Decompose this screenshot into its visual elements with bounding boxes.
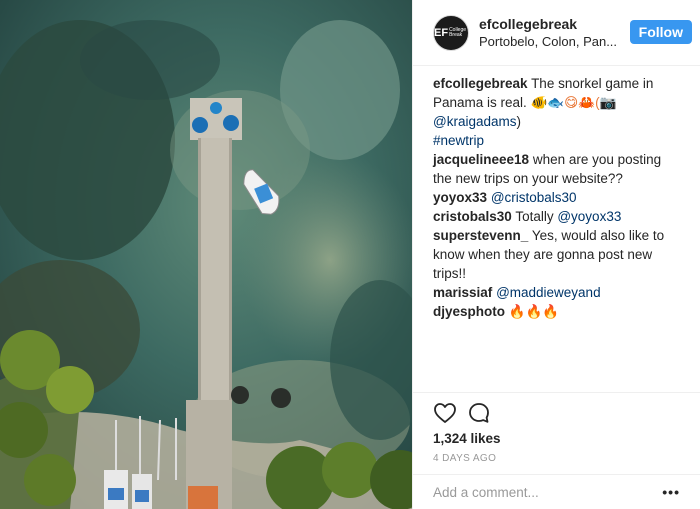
header-location[interactable]: Portobelo, Colon, Pan... (479, 33, 624, 51)
comment-author[interactable]: yoyox33 (433, 190, 487, 205)
comment-input[interactable]: Add a comment... (433, 485, 662, 500)
avatar-text: EF (434, 26, 449, 39)
comment-author[interactable]: marissiaf (433, 285, 492, 300)
comment-author[interactable]: djyesphoto (433, 304, 505, 319)
comment-bubble-icon[interactable] (467, 401, 491, 425)
user-block: efcollegebreak Portobelo, Colon, Pan... (479, 15, 624, 51)
comment-author[interactable]: jacquelineee18 (433, 152, 529, 167)
list-item: superstevenn_ Yes, would also like to kn… (433, 226, 680, 283)
post-photo[interactable] (0, 0, 412, 509)
aerial-dock-photo (0, 0, 412, 509)
comment-mention[interactable]: @yoyox33 (557, 209, 621, 224)
comment-text: Totally (515, 209, 554, 224)
comment-mention[interactable]: @maddieweyand (496, 285, 601, 300)
header-username[interactable]: efcollegebreak (479, 15, 624, 33)
heart-icon[interactable] (433, 401, 457, 425)
more-options-icon[interactable]: ••• (662, 484, 680, 500)
comments-list: efcollegebreak The snorkel game in Panam… (413, 66, 700, 386)
caption-closing: ) (516, 114, 522, 129)
post-timestamp[interactable]: 4 DAYS AGO (433, 453, 680, 464)
post-side-panel: EF College Break efcollegebreak Portobel… (412, 0, 700, 509)
list-item: djyesphoto 🔥🔥🔥 (433, 302, 680, 321)
avatar-subtext: College Break (449, 26, 467, 38)
caption-mention[interactable]: @kraigadams (433, 114, 517, 129)
avatar[interactable]: EF College Break (433, 14, 469, 51)
comment-author[interactable]: cristobals30 (433, 209, 512, 224)
likes-count[interactable]: 1,324 likes (433, 431, 680, 447)
instagram-post: EF College Break efcollegebreak Portobel… (0, 0, 700, 509)
caption-emoji: 🐠🐟😋🦀(📷 (530, 95, 617, 110)
caption-author[interactable]: efcollegebreak (433, 76, 528, 91)
post-header: EF College Break efcollegebreak Portobel… (413, 0, 700, 66)
caption-hashtag[interactable]: #newtrip (433, 133, 484, 148)
post-actions: 1,324 likes 4 DAYS AGO (413, 392, 700, 464)
caption: efcollegebreak The snorkel game in Panam… (433, 74, 680, 150)
list-item: yoyox33 @cristobals30 (433, 188, 680, 207)
action-icons (433, 393, 680, 433)
add-comment-bar: Add a comment... ••• (413, 474, 700, 509)
comment-author[interactable]: superstevenn_ (433, 228, 528, 243)
comment-mention[interactable]: @cristobals30 (491, 190, 577, 205)
comment-text: 🔥🔥🔥 (508, 304, 560, 319)
list-item: cristobals30 Totally @yoyox33 (433, 207, 680, 226)
list-item: jacquelineee18 when are you posting the … (433, 150, 680, 188)
follow-button[interactable]: Follow (629, 20, 692, 44)
list-item: marissiaf @maddieweyand (433, 283, 680, 302)
